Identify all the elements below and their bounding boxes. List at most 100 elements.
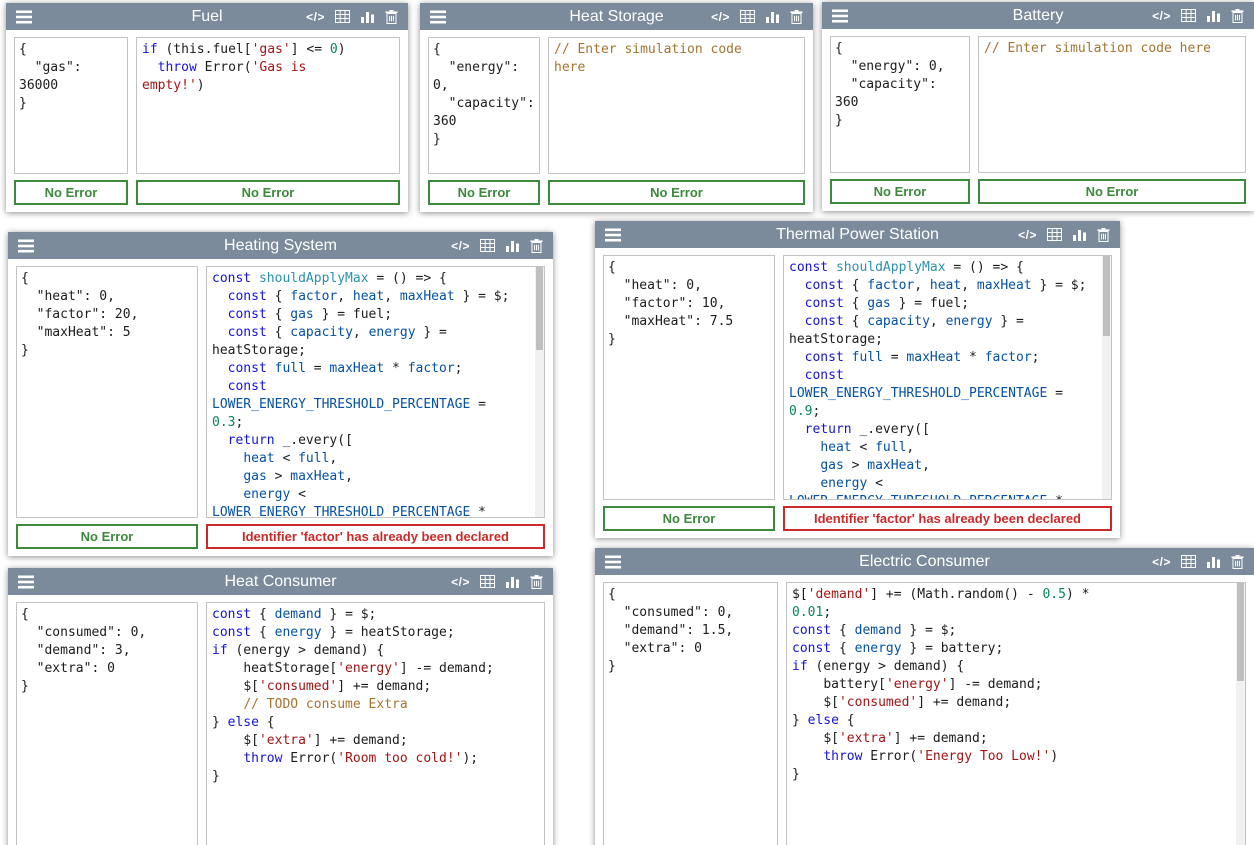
scrollbar-thumb[interactable] bbox=[536, 267, 543, 350]
scrollbar-thumb[interactable] bbox=[1103, 256, 1110, 336]
code-icon[interactable]: </> bbox=[306, 10, 325, 24]
menu-icon[interactable] bbox=[18, 575, 34, 589]
code-icon[interactable]: </> bbox=[451, 575, 470, 589]
code-editor-wrap: const shouldApplyMax = () => { const { f… bbox=[783, 255, 1112, 500]
panel-header: Fuel </> bbox=[6, 3, 408, 30]
code-icon[interactable]: </> bbox=[1152, 9, 1171, 23]
chart-icon[interactable] bbox=[505, 239, 520, 252]
menu-icon[interactable] bbox=[605, 228, 621, 242]
code-icon[interactable]: </> bbox=[1018, 228, 1037, 242]
state-status: No Error bbox=[16, 524, 198, 549]
panel-body: if (this.fuel['gas'] <= 0) throw Error('… bbox=[6, 30, 408, 180]
state-status: No Error bbox=[830, 179, 970, 204]
menu-icon[interactable] bbox=[430, 10, 446, 24]
state-editor[interactable] bbox=[603, 582, 778, 845]
chart-icon[interactable] bbox=[1206, 9, 1221, 22]
chart-icon[interactable] bbox=[1206, 555, 1221, 568]
trash-icon[interactable] bbox=[530, 239, 543, 253]
status-row: No Error No Error bbox=[822, 179, 1254, 211]
code-editor[interactable]: const { demand } = $; const { energy } =… bbox=[206, 602, 545, 845]
panel-actions: </> bbox=[451, 575, 543, 589]
panel-header: Battery </> bbox=[822, 2, 1254, 29]
trash-icon[interactable] bbox=[1097, 228, 1110, 242]
state-status: No Error bbox=[14, 180, 128, 205]
menu-icon[interactable] bbox=[16, 10, 32, 24]
menu-icon[interactable] bbox=[832, 9, 848, 23]
panel-header: Thermal Power Station </> bbox=[595, 221, 1120, 248]
state-editor[interactable] bbox=[16, 602, 198, 845]
panel-header: Electric Consumer </> bbox=[595, 548, 1254, 575]
panel-actions: </> bbox=[1018, 228, 1110, 242]
menu-icon[interactable] bbox=[18, 239, 34, 253]
code-icon[interactable]: </> bbox=[451, 239, 470, 253]
chart-icon[interactable] bbox=[1072, 228, 1087, 241]
code-status: No Error bbox=[978, 179, 1246, 204]
code-status: No Error bbox=[548, 180, 805, 205]
code-editor[interactable]: // Enter simulation code here bbox=[548, 37, 805, 174]
panel-header: Heat Storage </> bbox=[420, 3, 813, 30]
state-status: No Error bbox=[603, 506, 775, 531]
code-editor[interactable]: const shouldApplyMax = () => { const { f… bbox=[206, 266, 545, 518]
panel-body: const shouldApplyMax = () => { const { f… bbox=[595, 248, 1120, 506]
state-editor[interactable] bbox=[14, 37, 128, 174]
status-row: No Error No Error bbox=[420, 180, 813, 212]
panel-actions: </> bbox=[1152, 555, 1244, 569]
trash-icon[interactable] bbox=[385, 10, 398, 24]
panel-body: const { demand } = $; const { energy } =… bbox=[8, 595, 553, 845]
code-editor-wrap: const { demand } = $; const { energy } =… bbox=[206, 602, 545, 845]
state-editor[interactable] bbox=[830, 36, 970, 173]
table-icon[interactable] bbox=[740, 10, 755, 23]
panel-body: // Enter simulation code here bbox=[420, 30, 813, 180]
panel-actions: </> bbox=[451, 239, 543, 253]
panel-header: Heat Consumer </> bbox=[8, 568, 553, 595]
trash-icon[interactable] bbox=[1231, 9, 1244, 23]
code-scrollbar[interactable] bbox=[1236, 583, 1245, 845]
code-icon[interactable]: </> bbox=[1152, 555, 1171, 569]
table-icon[interactable] bbox=[1181, 9, 1196, 22]
chart-icon[interactable] bbox=[505, 575, 520, 588]
scrollbar-thumb[interactable] bbox=[1237, 583, 1244, 681]
state-editor[interactable] bbox=[603, 255, 775, 500]
code-status: Identifier 'factor' has already been dec… bbox=[206, 524, 545, 549]
chart-icon[interactable] bbox=[360, 10, 375, 23]
panel-body: $['demand'] += (Math.random() - 0.5) * 0… bbox=[595, 575, 1254, 845]
code-status: No Error bbox=[136, 180, 400, 205]
code-scrollbar[interactable] bbox=[1102, 256, 1111, 499]
status-row: No Error Identifier 'factor' has already… bbox=[595, 506, 1120, 538]
code-editor[interactable]: const shouldApplyMax = () => { const { f… bbox=[783, 255, 1112, 500]
table-icon[interactable] bbox=[1047, 228, 1062, 241]
trash-icon[interactable] bbox=[790, 10, 803, 24]
chart-icon[interactable] bbox=[765, 10, 780, 23]
code-editor-wrap: const shouldApplyMax = () => { const { f… bbox=[206, 266, 545, 518]
code-editor-wrap: if (this.fuel['gas'] <= 0) throw Error('… bbox=[136, 37, 400, 174]
trash-icon[interactable] bbox=[1231, 555, 1244, 569]
code-status: Identifier 'factor' has already been dec… bbox=[783, 506, 1112, 531]
heat-consumer-panel: Heat Consumer </> bbox=[8, 568, 553, 845]
panel-body: const shouldApplyMax = () => { const { f… bbox=[8, 259, 553, 524]
menu-icon[interactable] bbox=[605, 555, 621, 569]
table-icon[interactable] bbox=[480, 575, 495, 588]
electric-consumer-panel: Electric Consumer </> bbox=[595, 548, 1254, 845]
code-editor-wrap: $['demand'] += (Math.random() - 0.5) * 0… bbox=[786, 582, 1246, 845]
state-editor[interactable] bbox=[428, 37, 540, 174]
status-row: No Error No Error bbox=[6, 180, 408, 212]
code-editor-wrap: // Enter simulation code here bbox=[978, 36, 1246, 173]
code-editor[interactable]: $['demand'] += (Math.random() - 0.5) * 0… bbox=[786, 582, 1246, 845]
panel-header: Heating System </> bbox=[8, 232, 553, 259]
table-icon[interactable] bbox=[335, 10, 350, 23]
code-icon[interactable]: </> bbox=[711, 10, 730, 24]
table-icon[interactable] bbox=[1181, 555, 1196, 568]
code-editor[interactable]: if (this.fuel['gas'] <= 0) throw Error('… bbox=[136, 37, 400, 174]
panel-actions: </> bbox=[306, 10, 398, 24]
panel-actions: </> bbox=[1152, 9, 1244, 23]
panel-actions: </> bbox=[711, 10, 803, 24]
heating-system-panel: Heating System </> bbox=[8, 232, 553, 556]
code-editor[interactable]: // Enter simulation code here bbox=[978, 36, 1246, 173]
state-editor[interactable] bbox=[16, 266, 198, 518]
trash-icon[interactable] bbox=[530, 575, 543, 589]
code-editor-wrap: // Enter simulation code here bbox=[548, 37, 805, 174]
table-icon[interactable] bbox=[480, 239, 495, 252]
fuel-panel: Fuel </> bbox=[6, 3, 408, 212]
code-scrollbar[interactable] bbox=[535, 267, 544, 517]
simulation-dashboard: Fuel </> bbox=[0, 0, 1254, 845]
